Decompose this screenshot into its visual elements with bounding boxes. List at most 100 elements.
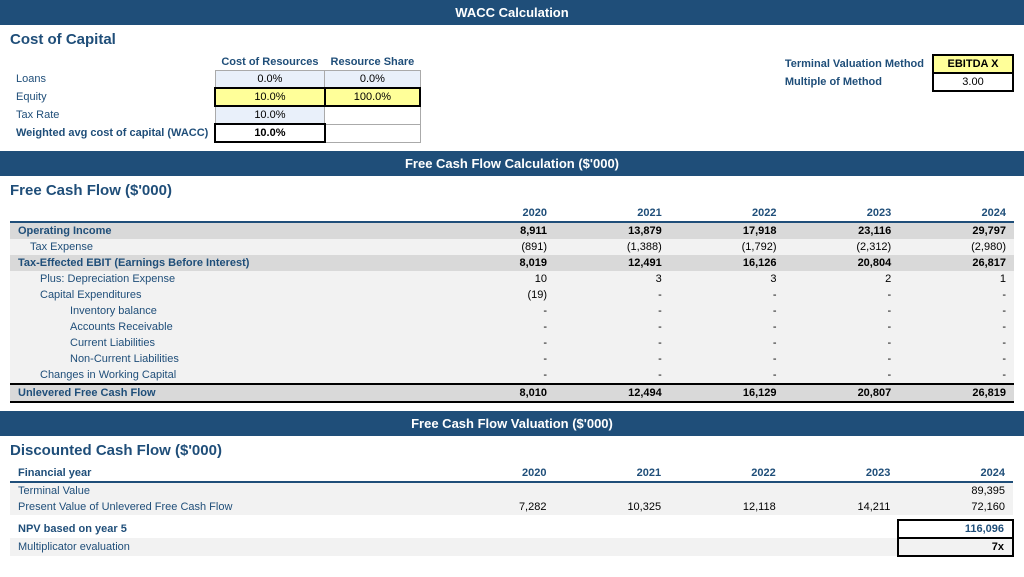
taxrate-share [325, 106, 421, 124]
pv-label: Present Value of Unlevered Free Cash Flo… [10, 499, 440, 515]
year-2023: 2023 [784, 205, 899, 222]
dcf-row-pv: Present Value of Unlevered Free Cash Flo… [10, 499, 1013, 515]
tax-2021: (1,388) [555, 239, 670, 255]
cl-2023: - [784, 335, 899, 351]
inv-2022: - [670, 303, 785, 319]
wacc-row-taxrate: Tax Rate 10.0% [10, 106, 420, 124]
fcf-body: 2020 2021 2022 2023 2024 Operating Incom… [0, 201, 1024, 411]
wacc-row-wacc: Weighted avg cost of capital (WACC) 10.0… [10, 124, 420, 142]
fcf-row-ebit: Tax-Effected EBIT (Earnings Before Inter… [10, 255, 1014, 271]
ar-label: Accounts Receivable [10, 319, 440, 335]
capex-2022: - [670, 287, 785, 303]
wacc-row-loans: Loans 0.0% 0.0% [10, 71, 420, 89]
equity-share[interactable]: 100.0% [325, 88, 421, 106]
mult-2021 [554, 538, 669, 556]
fcf-row-operating: Operating Income 8,911 13,879 17,918 23,… [10, 222, 1014, 239]
dcf-table: Financial year 2020 2021 2022 2023 2024 … [10, 465, 1014, 557]
dcf-label-col: Financial year [10, 465, 440, 482]
inv-2020: - [440, 303, 555, 319]
npv-2022 [669, 520, 784, 538]
inventory-label: Inventory balance [10, 303, 440, 319]
ulev-2022: 16,129 [670, 384, 785, 402]
dep-2023: 2 [784, 271, 899, 287]
ebit-2021: 12,491 [555, 255, 670, 271]
ulev-2020: 8,010 [440, 384, 555, 402]
pv-2020: 7,282 [440, 499, 555, 515]
dcf-header: Free Cash Flow Valuation ($'000) [0, 411, 1024, 436]
dep-label: Plus: Depreciation Expense [10, 271, 440, 287]
operating-label: Operating Income [10, 222, 440, 239]
capex-2021: - [555, 287, 670, 303]
op-2024: 29,797 [899, 222, 1014, 239]
multiple-method-value[interactable]: 3.00 [933, 73, 1013, 91]
multiple-method-label: Multiple of Method [777, 73, 933, 91]
op-2023: 23,116 [784, 222, 899, 239]
ar-2021: - [555, 319, 670, 335]
capex-label: Capital Expenditures [10, 287, 440, 303]
ebit-label: Tax-Effected EBIT (Earnings Before Inter… [10, 255, 440, 271]
ulev-2023: 20,807 [784, 384, 899, 402]
wacc-share [325, 124, 421, 142]
dcf-row-npv: NPV based on year 5 116,096 [10, 520, 1013, 538]
inv-2023: - [784, 303, 899, 319]
ulev-2024: 26,819 [899, 384, 1014, 402]
dcf-title: Discounted Cash Flow ($'000) [0, 436, 1024, 461]
ebit-2023: 20,804 [784, 255, 899, 271]
op-2021: 13,879 [555, 222, 670, 239]
capex-2024: - [899, 287, 1014, 303]
wacc-value: 10.0% [215, 124, 324, 142]
npv-label: NPV based on year 5 [10, 520, 440, 538]
wacc-row-equity: Equity 10.0% 100.0% [10, 88, 420, 106]
dcf-body: Financial year 2020 2021 2022 2023 2024 … [0, 461, 1024, 565]
mult-label: Multiplicator evaluation [10, 538, 440, 556]
fcf-row-inventory: Inventory balance - - - - - [10, 303, 1014, 319]
wacc-label: Weighted avg cost of capital (WACC) [10, 124, 215, 142]
wacc-left: Cost of Resources Resource Share Loans 0… [10, 54, 421, 143]
ncl-2024: - [899, 351, 1014, 367]
loans-cost: 0.0% [215, 71, 324, 89]
cl-2024: - [899, 335, 1014, 351]
fcf-row-ar: Accounts Receivable - - - - - [10, 319, 1014, 335]
wc-2023: - [784, 367, 899, 384]
npv-2024: 116,096 [898, 520, 1013, 538]
year-2024: 2024 [899, 205, 1014, 222]
tv-label: Terminal Value [10, 482, 440, 499]
cost-of-capital-title: Cost of Capital [0, 25, 1024, 50]
dep-2022: 3 [670, 271, 785, 287]
dep-2021: 3 [555, 271, 670, 287]
equity-cost[interactable]: 10.0% [215, 88, 324, 106]
mult-2023 [784, 538, 899, 556]
wc-label: Changes in Working Capital [10, 367, 440, 384]
ar-2023: - [784, 319, 899, 335]
unlevered-label: Unlevered Free Cash Flow [10, 384, 440, 402]
pv-2021: 10,325 [554, 499, 669, 515]
ncl-2021: - [555, 351, 670, 367]
ncl-2022: - [670, 351, 785, 367]
wacc-header: WACC Calculation [0, 0, 1024, 25]
pv-2023: 14,211 [784, 499, 899, 515]
dcf-year-2024: 2024 [898, 465, 1013, 482]
fcf-row-wc: Changes in Working Capital - - - - - [10, 367, 1014, 384]
mult-2022 [669, 538, 784, 556]
dcf-year-header: Financial year 2020 2021 2022 2023 2024 [10, 465, 1013, 482]
dcf-year-2020: 2020 [440, 465, 555, 482]
dcf-year-2021: 2021 [554, 465, 669, 482]
ncl-2020: - [440, 351, 555, 367]
cl-2021: - [555, 335, 670, 351]
terminal-valuation: Terminal Valuation Method EBITDA X Multi… [777, 54, 1014, 143]
tv-2022 [669, 482, 784, 499]
fcf-row-unlevered: Unlevered Free Cash Flow 8,010 12,494 16… [10, 384, 1014, 402]
ar-2020: - [440, 319, 555, 335]
terminal-method-value[interactable]: EBITDA X [933, 55, 1013, 73]
ulev-2021: 12,494 [555, 384, 670, 402]
fcf-row-ncl: Non-Current Liabilities - - - - - [10, 351, 1014, 367]
terminal-method-row: Terminal Valuation Method EBITDA X [777, 55, 1013, 73]
dcf-year-2023: 2023 [784, 465, 899, 482]
pv-2022: 12,118 [669, 499, 784, 515]
taxrate-cost: 10.0% [215, 106, 324, 124]
year-2021: 2021 [555, 205, 670, 222]
capex-2023: - [784, 287, 899, 303]
inv-2024: - [899, 303, 1014, 319]
npv-2021 [554, 520, 669, 538]
year-2020: 2020 [440, 205, 555, 222]
